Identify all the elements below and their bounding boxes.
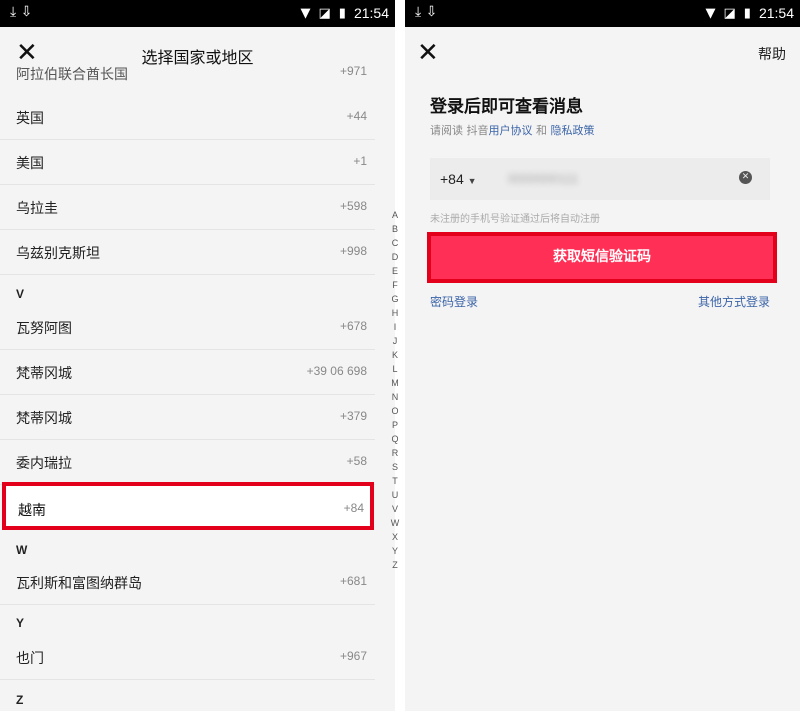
alphabet-letter[interactable]: Q <box>388 432 402 446</box>
alphabet-letter[interactable]: L <box>388 362 402 376</box>
list-item[interactable]: 英国 +44 <box>0 95 375 140</box>
signal-off-icon: ◪ <box>318 5 331 21</box>
alphabet-letter[interactable]: X <box>388 530 402 544</box>
help-button[interactable]: 帮助 <box>758 44 786 64</box>
signal-off-icon: ◪ <box>723 5 736 21</box>
login-heading: 登录后即可查看消息 <box>430 97 583 117</box>
close-icon[interactable]: ✕ <box>417 38 439 68</box>
alphabet-index[interactable]: ABCDEFGHIJKLMNOPQRSTUVWXYZ <box>388 208 402 572</box>
alphabet-letter[interactable]: V <box>388 502 402 516</box>
register-hint: 未注册的手机号验证通过后将自动注册 <box>430 214 600 225</box>
alphabet-letter[interactable]: I <box>388 320 402 334</box>
other-login-link[interactable]: 其他方式登录 <box>698 293 770 310</box>
list-item[interactable]: 委内瑞拉 +58 <box>0 440 375 485</box>
list-item[interactable]: 美国 +1 <box>0 140 375 185</box>
download-icon: ⤓ ⇩ <box>415 4 438 20</box>
privacy-policy-link[interactable]: 隐私政策 <box>551 124 595 137</box>
alphabet-letter[interactable]: P <box>388 418 402 432</box>
status-time: 21:54 <box>758 5 794 21</box>
get-sms-code-button[interactable]: 获取短信验证码 <box>427 232 777 283</box>
status-bar: ⤓ ⇩ ▼ ◪ ▮ 21:54 <box>0 0 395 27</box>
alphabet-letter[interactable]: T <box>388 474 402 488</box>
alphabet-letter[interactable]: C <box>388 236 402 250</box>
phone-number-field[interactable]: 0000000111 <box>508 171 578 186</box>
section-header: Y <box>16 616 25 630</box>
battery-icon: ▮ <box>743 5 751 21</box>
list-item[interactable]: 乌兹别克斯坦 +998 <box>0 230 375 275</box>
battery-icon: ▮ <box>338 5 346 21</box>
alphabet-letter[interactable]: N <box>388 390 402 404</box>
list-item[interactable]: 梵蒂冈城 +39 06 698 <box>0 350 375 395</box>
country-code-selector[interactable]: +84 ▼ <box>440 171 477 187</box>
list-item[interactable]: 瓦努阿图 +678 <box>0 305 375 350</box>
login-screen: ⤓ ⇩ ▼ ◪ ▮ 21:54 ✕ 帮助 登录后即可查看消息 请阅读 抖音用户协… <box>405 0 800 711</box>
status-bar: ⤓ ⇩ ▼ ◪ ▮ 21:54 <box>405 0 800 27</box>
agreement-text: 请阅读 抖音用户协议 和 隐私政策 <box>430 124 595 137</box>
list-item[interactable]: 也门 +967 <box>0 635 375 680</box>
alphabet-letter[interactable]: S <box>388 460 402 474</box>
caret-down-icon: ▼ <box>467 176 477 186</box>
download-icon: ⤓ ⇩ <box>10 4 33 20</box>
alphabet-letter[interactable]: O <box>388 404 402 418</box>
alphabet-letter[interactable]: Y <box>388 544 402 558</box>
alphabet-letter[interactable]: F <box>388 278 402 292</box>
password-login-link[interactable]: 密码登录 <box>430 293 478 310</box>
alphabet-letter[interactable]: H <box>388 306 402 320</box>
alphabet-letter[interactable]: D <box>388 250 402 264</box>
alphabet-letter[interactable]: M <box>388 376 402 390</box>
status-time: 21:54 <box>353 5 389 21</box>
section-header: W <box>16 543 28 557</box>
alphabet-letter[interactable]: K <box>388 348 402 362</box>
alphabet-letter[interactable]: U <box>388 488 402 502</box>
country-picker-screen: ⤓ ⇩ ▼ ◪ ▮ 21:54 ✕ 选择国家或地区 阿拉伯联合酋长国 +971 … <box>0 0 395 711</box>
alphabet-letter[interactable]: Z <box>388 558 402 572</box>
list-item[interactable]: 梵蒂冈城 +379 <box>0 395 375 440</box>
alphabet-letter[interactable]: W <box>388 516 402 530</box>
section-header: V <box>16 287 25 301</box>
alphabet-letter[interactable]: B <box>388 222 402 236</box>
selected-country-row[interactable]: 越南 +84 <box>2 482 374 530</box>
list-item[interactable]: 阿拉伯联合酋长国 +971 <box>0 64 375 83</box>
section-header: Z <box>16 693 24 707</box>
phone-input-box: +84 ▼ 0000000111 ✕ <box>430 158 770 200</box>
alphabet-letter[interactable]: A <box>388 208 402 222</box>
clear-icon[interactable]: ✕ <box>739 171 752 184</box>
user-agreement-link[interactable]: 用户协议 <box>489 124 533 137</box>
alphabet-letter[interactable]: E <box>388 264 402 278</box>
list-item[interactable]: 瓦利斯和富图纳群岛 +681 <box>0 560 375 605</box>
alphabet-letter[interactable]: J <box>388 334 402 348</box>
alphabet-letter[interactable]: G <box>388 292 402 306</box>
alphabet-letter[interactable]: R <box>388 446 402 460</box>
list-item[interactable]: 乌拉圭 +598 <box>0 185 375 230</box>
wifi-icon: ▼ <box>705 5 716 21</box>
wifi-icon: ▼ <box>300 5 311 21</box>
